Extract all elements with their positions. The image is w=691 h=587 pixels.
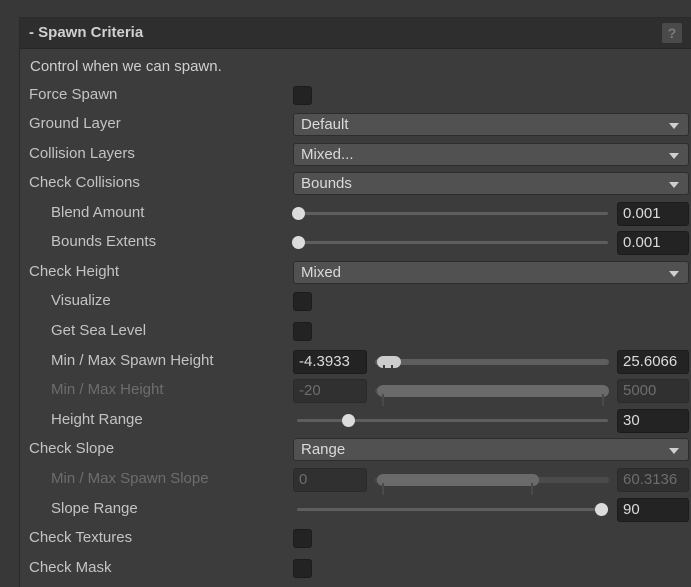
collision-layers-value: Mixed... [301, 146, 354, 163]
bounds-extents-field[interactable]: 0.001 [617, 231, 689, 255]
visualize-checkbox[interactable] [293, 292, 312, 311]
height-range-label: Height Range [51, 411, 143, 428]
row-ground-layer: Ground Layer Default [20, 110, 691, 140]
slope-range-field[interactable]: 90 [617, 498, 689, 522]
min-max-height-label: Min / Max Height [51, 381, 164, 398]
spawn-height-range-handle[interactable] [377, 356, 401, 377]
min-max-spawn-height-label: Min / Max Spawn Height [51, 352, 214, 369]
description-text: Control when we can spawn. [30, 58, 222, 75]
check-height-label: Check Height [29, 263, 120, 280]
row-min-max-spawn-height: Min / Max Spawn Height -4.3933 25.6066 [20, 347, 691, 377]
spawn-height-range-track[interactable] [375, 359, 609, 365]
force-spawn-checkbox[interactable] [293, 86, 312, 105]
row-min-max-height: Min / Max Height -20 5000 [20, 376, 691, 406]
bounds-extents-slider-track[interactable] [297, 241, 608, 244]
check-mask-checkbox[interactable] [293, 559, 312, 578]
visualize-label: Visualize [51, 292, 111, 309]
force-spawn-label: Force Spawn [29, 86, 118, 103]
ground-layer-dropdown[interactable]: Default [293, 113, 689, 136]
blend-amount-slider-track[interactable] [297, 212, 608, 215]
dropdown-arrow-icon [669, 182, 679, 188]
check-collisions-value: Bounds [301, 175, 352, 192]
blend-amount-slider-thumb[interactable] [292, 207, 305, 220]
row-visualize: Visualize [20, 287, 691, 317]
slope-range-slider-track[interactable] [297, 508, 608, 511]
check-textures-label: Check Textures [29, 529, 133, 546]
height-range-handle [377, 385, 609, 406]
blend-amount-label: Blend Amount [51, 204, 145, 221]
dropdown-arrow-icon [669, 448, 679, 454]
row-bounds-extents: Bounds Extents 0.001 [20, 228, 691, 258]
blend-amount-field[interactable]: 0.001 [617, 202, 689, 226]
bounds-extents-label: Bounds Extents [51, 233, 157, 250]
slope-range-label: Slope Range [51, 500, 138, 517]
spawn-slope-range-handle [377, 474, 539, 495]
row-height-range: Height Range 30 [20, 406, 691, 436]
height-min-field: -20 [293, 379, 367, 403]
get-sea-level-label: Get Sea Level [51, 322, 147, 339]
row-get-sea-level: Get Sea Level [20, 317, 691, 347]
row-check-mask: Check Mask [20, 554, 691, 584]
get-sea-level-checkbox[interactable] [293, 322, 312, 341]
collision-layers-label: Collision Layers [29, 145, 135, 162]
check-slope-value: Range [301, 441, 346, 458]
check-height-value: Mixed [301, 264, 342, 281]
dropdown-arrow-icon [669, 271, 679, 277]
ground-layer-label: Ground Layer [29, 115, 121, 132]
check-slope-dropdown[interactable]: Range [293, 438, 689, 461]
spawn-height-max-field[interactable]: 25.6066 [617, 350, 689, 374]
help-icon[interactable]: ? [662, 23, 682, 43]
spawn-height-min-field[interactable]: -4.3933 [293, 350, 367, 374]
dropdown-arrow-icon [669, 123, 679, 129]
row-slope-range: Slope Range 90 [20, 495, 691, 525]
slope-range-slider-thumb[interactable] [595, 503, 608, 516]
check-textures-checkbox[interactable] [293, 529, 312, 548]
check-slope-label: Check Slope [29, 440, 115, 457]
spawn-slope-min-field: 0 [293, 468, 367, 492]
dropdown-arrow-icon [669, 153, 679, 159]
check-mask-label: Check Mask [29, 559, 112, 576]
row-collision-layers: Collision Layers Mixed... [20, 140, 691, 170]
height-range-field[interactable]: 30 [617, 409, 689, 433]
bounds-extents-slider-thumb[interactable] [292, 236, 305, 249]
row-force-spawn: Force Spawn [20, 81, 691, 111]
height-range-slider-thumb[interactable] [342, 414, 355, 427]
spawn-criteria-panel: - Spawn Criteria ? Control when we can s… [19, 17, 691, 587]
row-min-max-spawn-slope: Min / Max Spawn Slope 0 60.3136 [20, 465, 691, 495]
row-blend-amount: Blend Amount 0.001 [20, 199, 691, 229]
foldout-header[interactable]: - Spawn Criteria ? [20, 18, 691, 49]
height-max-field: 5000 [617, 379, 689, 403]
foldout-title[interactable]: - Spawn Criteria [29, 24, 143, 41]
row-check-height: Check Height Mixed [20, 258, 691, 288]
spawn-slope-max-field: 60.3136 [617, 468, 689, 492]
row-check-slope: Check Slope Range [20, 435, 691, 465]
check-collisions-label: Check Collisions [29, 174, 140, 191]
check-height-dropdown[interactable]: Mixed [293, 261, 689, 284]
row-check-collisions: Check Collisions Bounds [20, 169, 691, 199]
min-max-spawn-slope-label: Min / Max Spawn Slope [51, 470, 209, 487]
row-check-textures: Check Textures [20, 524, 691, 554]
ground-layer-value: Default [301, 116, 349, 133]
collision-layers-dropdown[interactable]: Mixed... [293, 143, 689, 166]
check-collisions-dropdown[interactable]: Bounds [293, 172, 689, 195]
